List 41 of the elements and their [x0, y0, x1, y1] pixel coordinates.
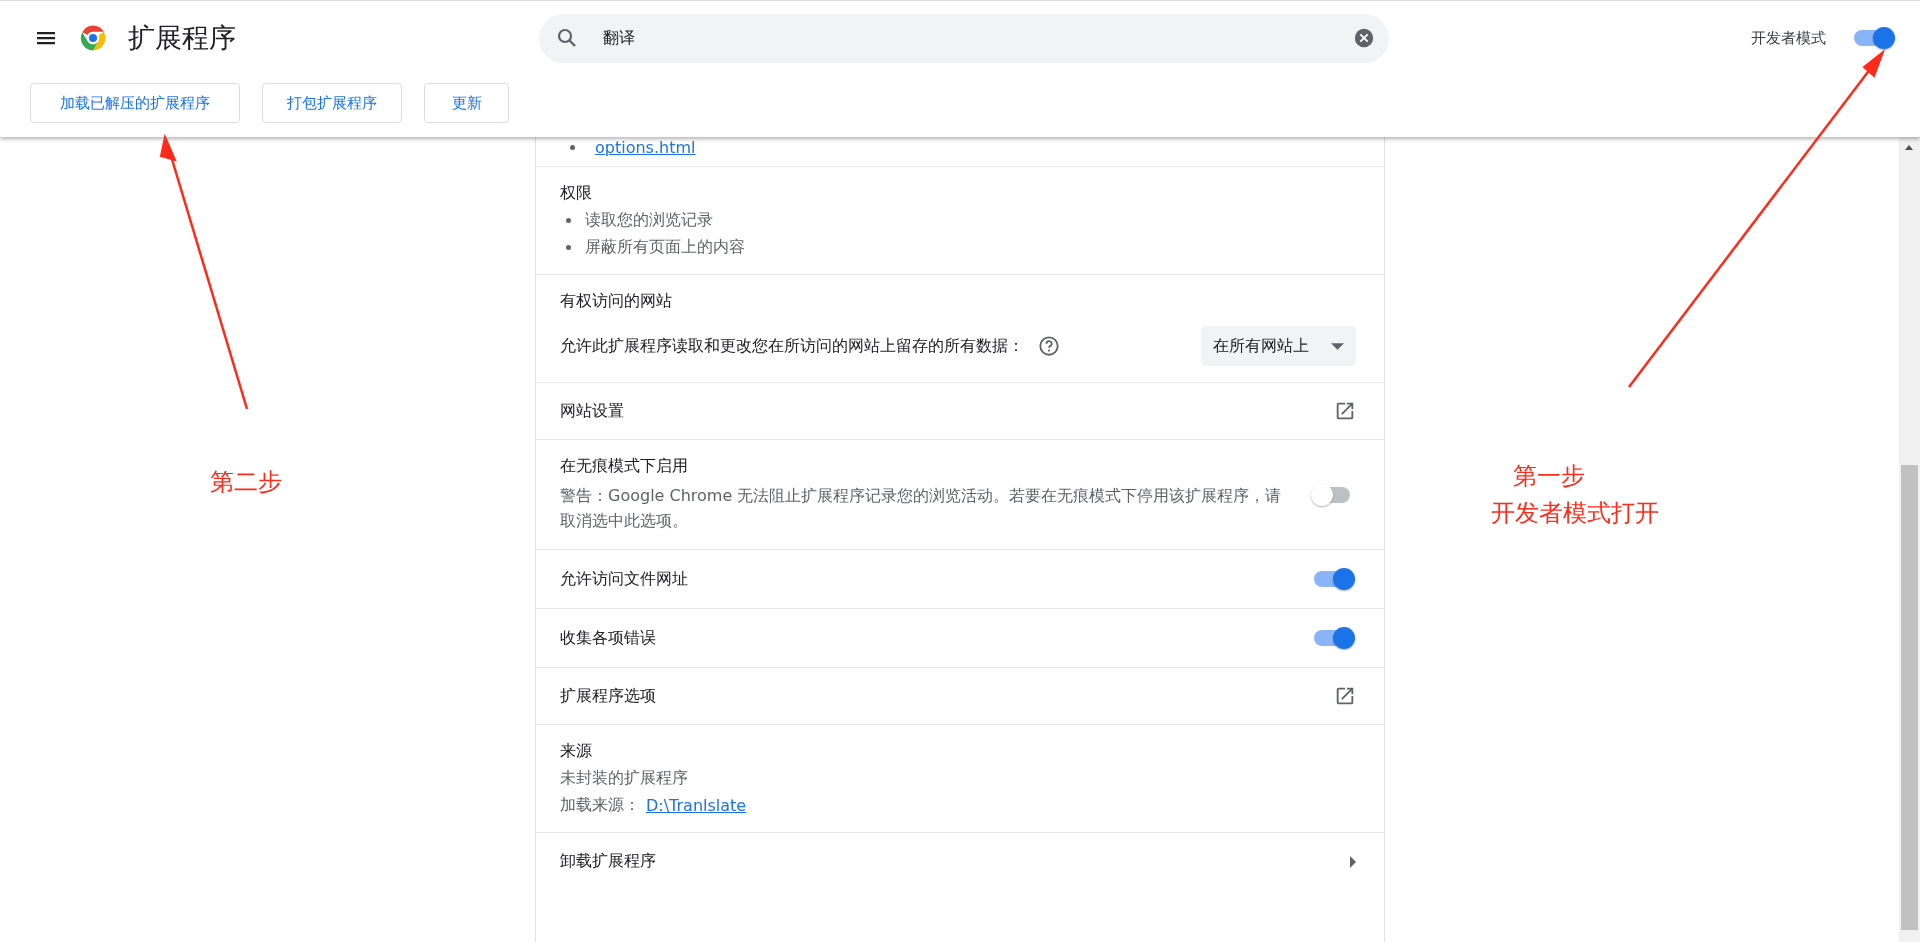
scrollbar[interactable] [1899, 137, 1920, 942]
dropdown-caret-icon [1331, 342, 1344, 350]
site-access-dropdown[interactable]: 在所有网站上 [1201, 326, 1356, 366]
toolbar-button[interactable]: 更新 [424, 83, 509, 123]
load-source-link[interactable]: D:\Tranlslate [646, 796, 747, 815]
browser-logo-icon [78, 23, 108, 53]
search-field[interactable]: 翻译 [601, 27, 1353, 49]
setting-label: 在无痕模式下启用 [560, 456, 689, 477]
page-title: 扩展程序 [128, 21, 237, 55]
toolbar-button[interactable]: 打包扩展程序 [262, 83, 402, 123]
setting-label: 允许访问文件网址 [560, 568, 689, 590]
bullet-icon [566, 245, 571, 250]
bullet-icon [566, 218, 571, 223]
section-title: 有权访问的网站 [560, 291, 673, 312]
developer-mode-label: 开发者模式 [1751, 28, 1826, 48]
setting-label: 扩展程序选项 [560, 685, 657, 707]
annotation-text: 第一步 [1513, 461, 1585, 492]
setting-label: 网站设置 [560, 400, 625, 422]
source-text: 未封装的扩展程序 [560, 768, 689, 789]
search-bar[interactable]: 翻译 [539, 13, 1389, 63]
setting-label: 收集各项错误 [560, 627, 657, 649]
open-in-new-icon[interactable] [1334, 685, 1356, 707]
bullet-icon [570, 145, 575, 150]
section-title: 来源 [560, 741, 593, 762]
permission-item: 读取您的浏览记录 [585, 210, 713, 231]
load-source-label: 加载来源： [560, 795, 640, 816]
setting-label[interactable]: 卸载扩展程序 [560, 851, 1350, 872]
scrollbar-thumb[interactable] [1901, 465, 1918, 930]
toolbar-button[interactable]: 加载已解压的扩展程序 [30, 83, 240, 123]
annotation-text: 第二步 [210, 467, 282, 498]
warning-text: 警告：Google Chrome 无法阻止扩展程序记录您的浏览活动。若要在无痕模式下停用该扩展程序，请取消选中此选项。 [560, 485, 1283, 532]
access-description: 允许此扩展程序读取和更改您在所访问的网站上留存的所有数据： [560, 335, 1024, 357]
clear-icon[interactable] [1353, 27, 1375, 49]
annotation-text: 开发者模式打开 [1491, 498, 1659, 529]
options-link[interactable]: options.html [595, 138, 696, 157]
help-icon[interactable] [1038, 335, 1060, 357]
section-title: 权限 [560, 183, 593, 204]
open-in-new-icon[interactable] [1334, 400, 1356, 422]
scroll-up-icon[interactable] [1905, 145, 1913, 150]
chevron-right-icon[interactable] [1350, 855, 1356, 868]
permission-item: 屏蔽所有页面上的内容 [585, 237, 745, 258]
